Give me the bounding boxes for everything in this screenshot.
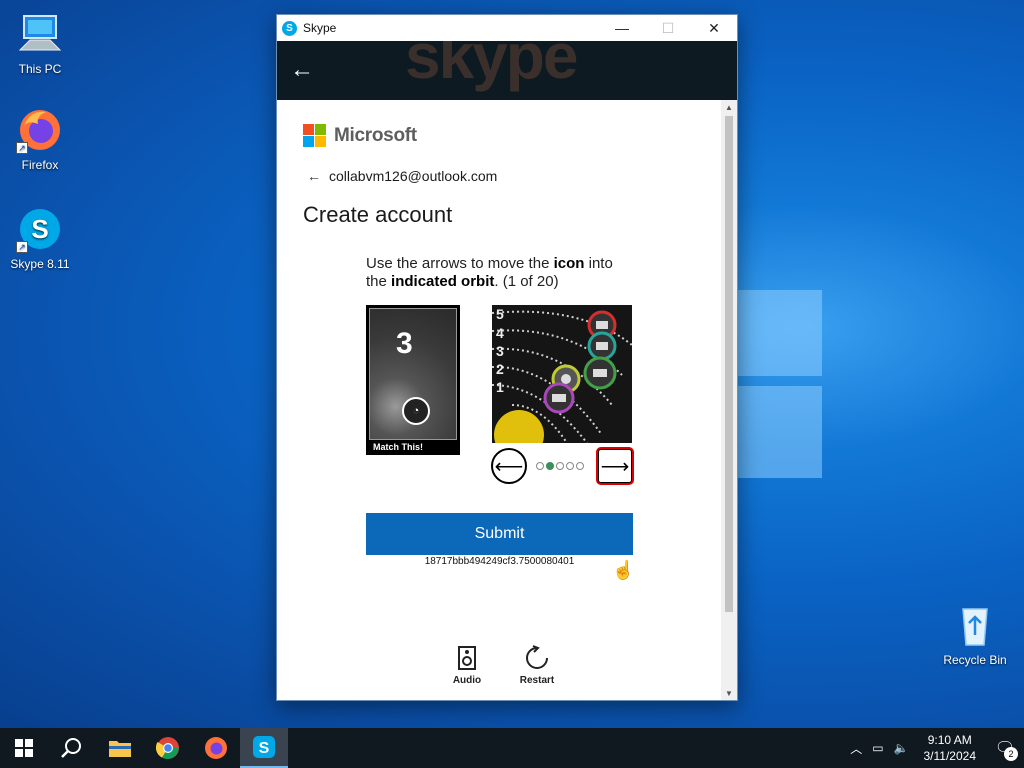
orbit-puzzle-image: 5 4 3 2 1 bbox=[492, 305, 632, 443]
folder-icon bbox=[109, 741, 131, 757]
desktop-icon-label: This PC bbox=[18, 62, 62, 76]
progress-dots bbox=[536, 462, 584, 470]
skype-window: S Skype — ☐ ✕ skype ← Microsoft ← collab… bbox=[276, 14, 738, 701]
microsoft-logo: Microsoft bbox=[303, 124, 417, 147]
match-target-image: 3 ◔ bbox=[369, 308, 457, 440]
search-icon bbox=[61, 738, 81, 758]
session-id: 18717bbb494249cf3.7500080401 bbox=[424, 556, 575, 567]
show-hidden-icons-icon[interactable]: ︿ bbox=[845, 740, 867, 757]
captcha-tools: Audio Restart bbox=[447, 645, 557, 686]
microsoft-squares-icon bbox=[303, 124, 326, 147]
system-tray: ︿ ▭ 🔈 9:10 AM 3/11/2024 🗨 2 bbox=[845, 728, 1024, 768]
orbit-label: 2 bbox=[496, 361, 504, 377]
scroll-down-icon[interactable]: ▼ bbox=[721, 686, 737, 700]
taskbar-firefox[interactable] bbox=[192, 728, 240, 768]
svg-text:S: S bbox=[259, 740, 270, 757]
volume-muted-icon[interactable]: 🔈 bbox=[889, 741, 914, 755]
notification-count-badge: 2 bbox=[1004, 747, 1018, 761]
microsoft-wordmark: Microsoft bbox=[334, 124, 417, 146]
chrome-icon bbox=[156, 737, 179, 759]
audio-button[interactable]: Audio bbox=[447, 645, 487, 686]
taskbar-file-explorer[interactable] bbox=[96, 728, 144, 768]
skype-icon: S ↗ bbox=[16, 205, 64, 253]
progress-dot bbox=[566, 462, 574, 470]
orbit-label: 1 bbox=[496, 379, 504, 395]
orbit-label: 5 bbox=[496, 306, 504, 322]
shortcut-arrow-icon: ↗ bbox=[16, 241, 28, 253]
desktop-icon-label: Firefox bbox=[21, 158, 59, 172]
desktop-icon-label: Recycle Bin bbox=[943, 653, 1007, 667]
orbit-label: 4 bbox=[496, 325, 504, 341]
match-orbit-number: 3 bbox=[396, 327, 413, 360]
scroll-up-icon[interactable]: ▲ bbox=[721, 100, 737, 114]
clock-date: 3/11/2024 bbox=[923, 749, 977, 763]
page-title: Create account bbox=[303, 202, 453, 227]
desktop-icon-label: Skype 8.11 bbox=[10, 257, 70, 271]
submit-button[interactable]: Submit bbox=[366, 513, 633, 555]
recycle-bin-icon bbox=[951, 601, 999, 649]
skype-header-band: skype ← bbox=[277, 41, 737, 100]
audio-label: Audio bbox=[452, 675, 482, 686]
firefox-icon bbox=[205, 737, 227, 759]
window-titlebar[interactable]: S Skype — ☐ ✕ bbox=[277, 15, 737, 41]
clock[interactable]: 9:10 AM 3/11/2024 bbox=[914, 732, 987, 764]
skype-icon: S bbox=[253, 736, 275, 758]
taskbar-chrome[interactable] bbox=[144, 728, 192, 768]
maximize-button[interactable]: ☐ bbox=[645, 15, 691, 41]
progress-dot bbox=[536, 462, 544, 470]
restart-label: Restart bbox=[519, 675, 555, 686]
next-arrow-button[interactable]: ⟶ bbox=[596, 447, 634, 485]
restart-button[interactable]: Restart bbox=[517, 645, 557, 686]
match-target-card: 3 ◔ Match This! bbox=[366, 305, 460, 455]
desktop-icon-this-pc[interactable]: This PC bbox=[2, 10, 78, 76]
captcha-navigation: ⟵ ⟶ bbox=[491, 447, 634, 485]
taskbar: S ︿ ▭ 🔈 9:10 AM 3/11/2024 🗨 2 bbox=[0, 728, 1024, 768]
start-button[interactable] bbox=[0, 728, 48, 768]
previous-arrow-button[interactable]: ⟵ bbox=[491, 448, 527, 484]
identity-banner[interactable]: ← collabvm126@outlook.com bbox=[307, 168, 497, 184]
progress-dot bbox=[576, 462, 584, 470]
shortcut-arrow-icon: ↗ bbox=[16, 142, 28, 154]
desktop-icon-skype[interactable]: S ↗ Skype 8.11 bbox=[2, 205, 78, 271]
captcha-instructions: Use the arrows to move the icon into the… bbox=[366, 255, 613, 290]
windows-start-icon bbox=[15, 739, 33, 757]
window-title: Skype bbox=[303, 21, 337, 35]
back-arrow-icon[interactable]: ← bbox=[287, 55, 317, 85]
identity-back-arrow-icon[interactable]: ← bbox=[307, 168, 321, 184]
clock-time: 9:10 AM bbox=[927, 733, 972, 747]
minimize-button[interactable]: — bbox=[599, 15, 645, 41]
network-icon[interactable]: ▭ bbox=[867, 741, 888, 755]
desktop-icon-firefox[interactable]: ↗ Firefox bbox=[2, 106, 78, 172]
skype-watermark: skype bbox=[405, 41, 578, 92]
firefox-icon: ↗ bbox=[16, 106, 64, 154]
progress-dot bbox=[546, 462, 554, 470]
skype-app-icon: S bbox=[282, 20, 297, 36]
content-scrollbar[interactable]: ▲ ▼ bbox=[721, 100, 737, 700]
desktop-icon-recycle-bin[interactable]: Recycle Bin bbox=[937, 601, 1013, 667]
action-center-button[interactable]: 🗨 2 bbox=[986, 728, 1024, 768]
scrollbar-thumb[interactable] bbox=[725, 116, 733, 612]
match-caption: Match This! bbox=[373, 442, 424, 452]
captcha-puzzle: Use the arrows to move the icon into the… bbox=[366, 255, 634, 485]
computer-icon bbox=[16, 10, 64, 58]
restart-icon bbox=[524, 645, 550, 671]
svg-text:S: S bbox=[31, 214, 48, 244]
gauge-icon: ◔ bbox=[402, 397, 430, 425]
taskbar-skype[interactable]: S bbox=[240, 728, 288, 768]
search-button[interactable] bbox=[48, 728, 96, 768]
signin-content: Microsoft ← collabvm126@outlook.com Crea… bbox=[277, 100, 722, 700]
progress-dot bbox=[556, 462, 564, 470]
speaker-icon bbox=[454, 645, 480, 671]
identity-email: collabvm126@outlook.com bbox=[329, 168, 498, 184]
close-button[interactable]: ✕ bbox=[691, 15, 737, 41]
orbit-label: 3 bbox=[496, 343, 504, 359]
